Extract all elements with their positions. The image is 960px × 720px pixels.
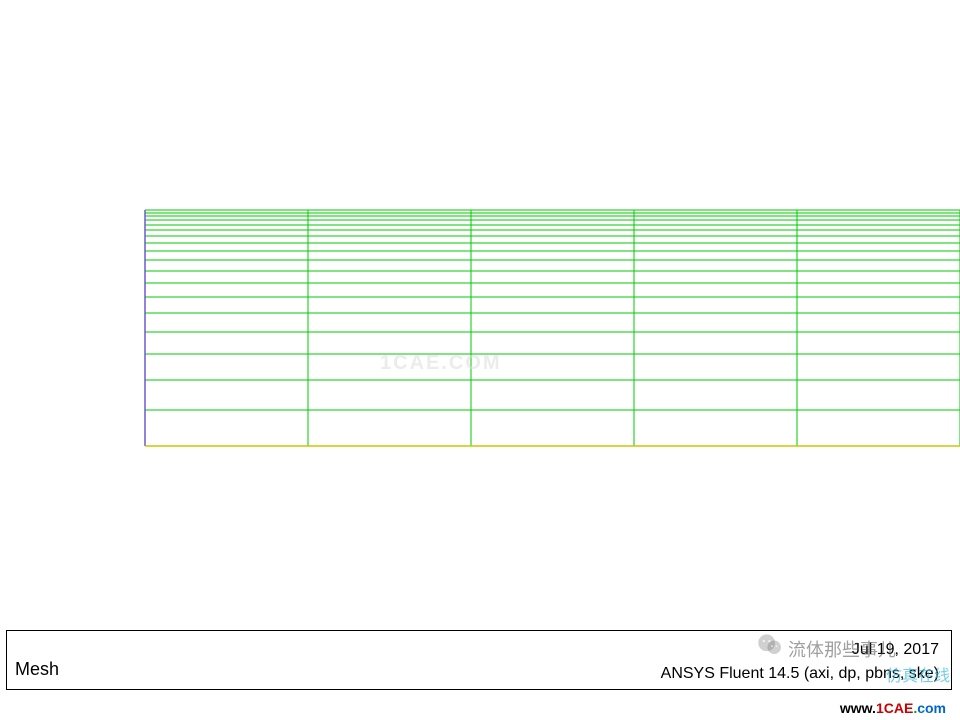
brand-com: com: [917, 700, 946, 716]
caption-title: Mesh: [15, 659, 59, 680]
watermark-brand-url: www.1CAE.com: [840, 700, 946, 716]
watermark-brand-cn: 仿真在线: [886, 668, 950, 685]
mesh-grid: [0, 0, 960, 630]
watermark-wechat-label: 流体那些事儿: [788, 636, 896, 662]
brand-www: www.: [840, 700, 876, 716]
brand-cae: 1CAE: [876, 700, 913, 716]
watermark-brand-online: 仿真在线: [886, 662, 950, 686]
wechat-icon: [756, 631, 784, 659]
mesh-viewport[interactable]: 1CAE.COM: [0, 0, 960, 630]
watermark-center: 1CAE.COM: [380, 352, 502, 375]
